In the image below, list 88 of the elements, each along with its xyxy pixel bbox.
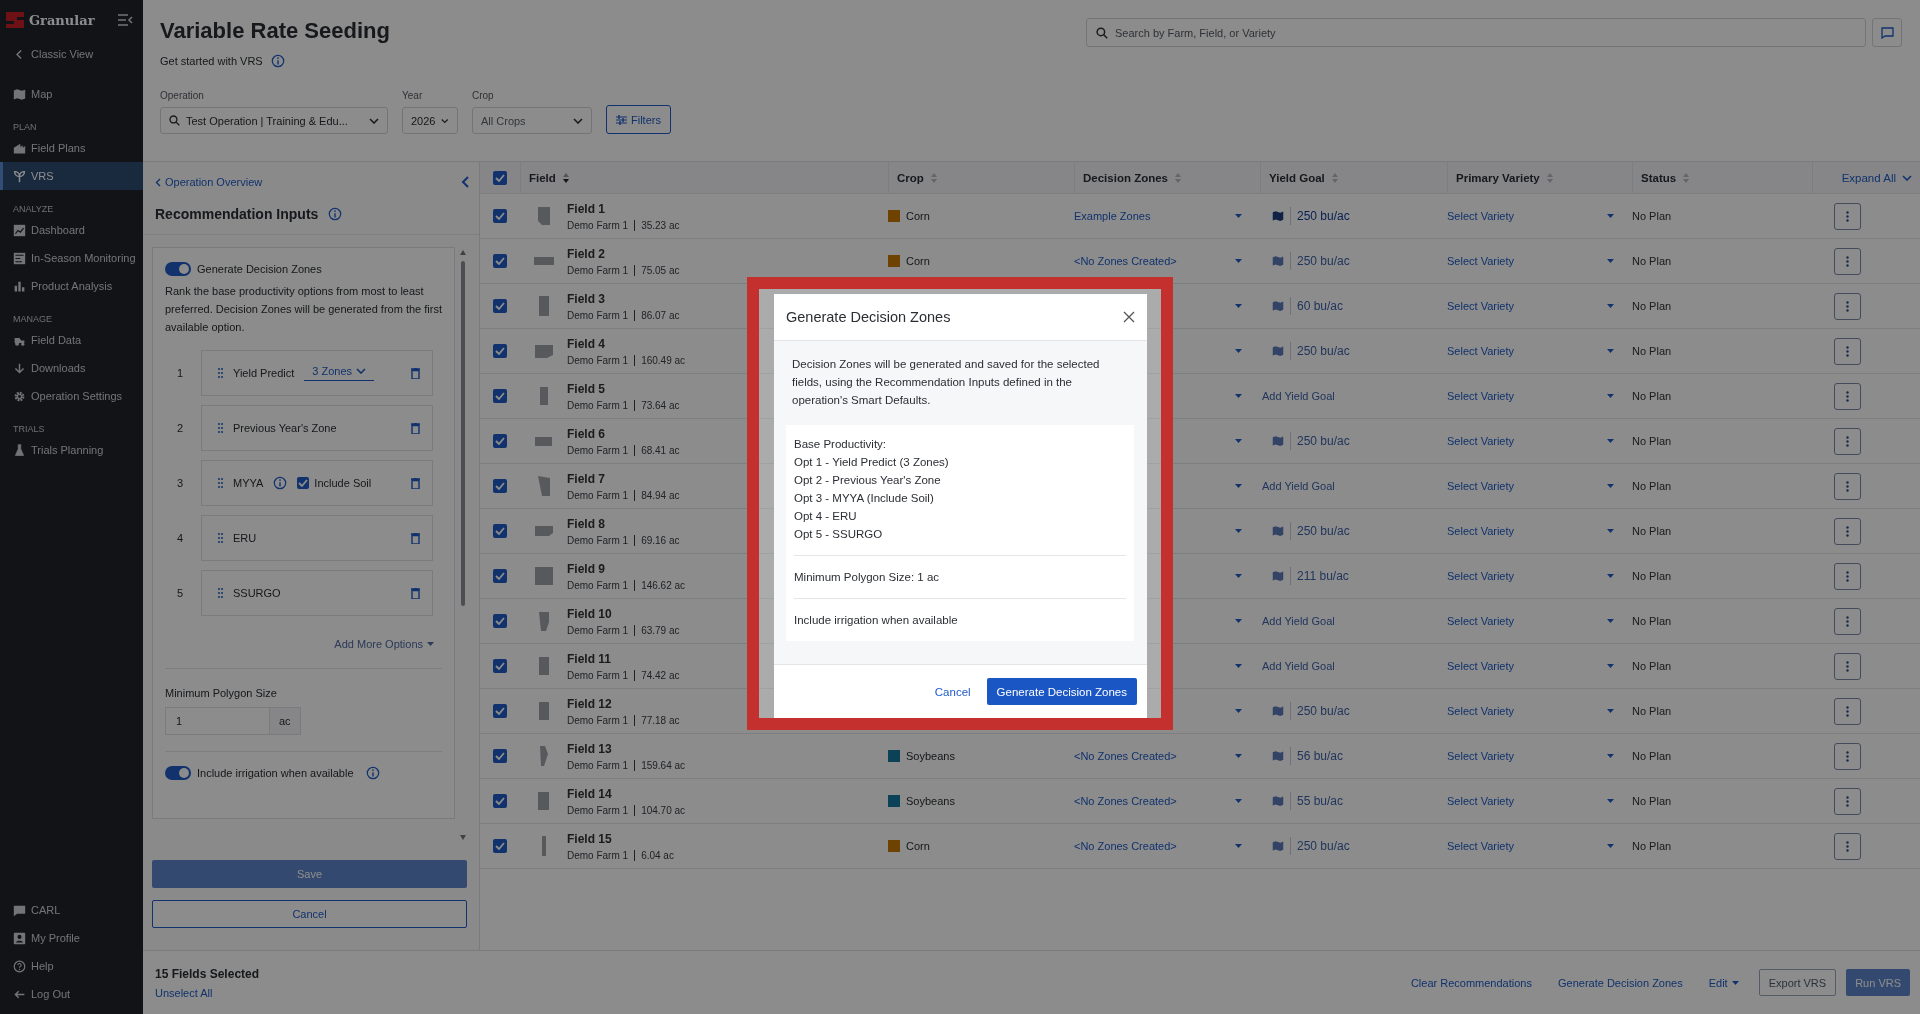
field-label: Operation	[160, 90, 205, 101]
option-name: Previous Year's Zone	[233, 422, 338, 434]
description: Rank the base productivity options from most to least preferred. Decision Zones will be generated from the first available option.	[165, 284, 442, 335]
field-area: 68.41 ac	[634, 444, 680, 456]
field-label: Minimum Polygon Size	[165, 687, 278, 699]
status-text: No Plan	[1632, 435, 1672, 447]
summary-line: Opt 4 - ERU	[794, 509, 858, 524]
status-text: No Plan	[1632, 525, 1672, 537]
option-name: Yield Predict	[233, 367, 295, 379]
checkbox-label: Include Soil	[314, 477, 372, 489]
crop-name: Corn	[906, 255, 930, 267]
farm-name: Demo Farm 1	[567, 849, 629, 861]
option-name: SSURGO	[233, 587, 282, 599]
status-text: No Plan	[1632, 390, 1672, 402]
status-text: No Plan	[1632, 750, 1672, 762]
field-area: 84.94 ac	[634, 489, 680, 501]
section-heading: TRIALS	[12, 423, 46, 436]
crop-name: Corn	[906, 210, 930, 222]
selection-count: 15 Fields Selected	[155, 966, 260, 981]
field-area: 6.04 ac	[634, 849, 674, 861]
field-area: 146.62 ac	[634, 579, 686, 591]
summary-line: Opt 1 - Yield Predict (3 Zones)	[794, 455, 950, 470]
summary-line: Include irrigation when available	[794, 613, 959, 628]
field-area: 104.70 ac	[634, 804, 686, 816]
field-area: 160.49 ac	[634, 354, 686, 366]
status-text: No Plan	[1632, 480, 1672, 492]
farm-name: Demo Farm 1	[567, 714, 629, 726]
farm-name: Demo Farm 1	[567, 399, 629, 411]
unit-label: ac	[269, 707, 301, 735]
farm-name: Demo Farm 1	[567, 354, 629, 366]
farm-name: Demo Farm 1	[567, 669, 629, 681]
field-area: 74.42 ac	[634, 669, 680, 681]
farm-name: Demo Farm 1	[567, 309, 629, 321]
farm-name: Demo Farm 1	[567, 444, 629, 456]
summary-heading: Base Productivity:	[794, 437, 888, 452]
farm-name: Demo Farm 1	[567, 489, 629, 501]
field-label: Year	[402, 90, 424, 101]
rank-number: 5	[175, 587, 185, 599]
crop-name: Corn	[906, 840, 930, 852]
rank-number: 2	[175, 422, 185, 434]
page-title: Variable Rate Seeding	[160, 18, 390, 44]
summary-line: Minimum Polygon Size: 1 ac	[794, 570, 941, 585]
status-text: No Plan	[1632, 660, 1672, 672]
status-text: No Plan	[1632, 210, 1672, 222]
subtitle: Get started with VRS	[160, 55, 263, 67]
summary-line: Opt 3 - MYYA (Include Soil)	[794, 491, 935, 506]
field-area: 77.18 ac	[634, 714, 680, 726]
field-area: 73.64 ac	[634, 399, 680, 411]
dialog-title: Generate Decision Zones	[786, 309, 951, 325]
crop-name: Soybeans	[906, 795, 955, 807]
brand-name: Granular	[29, 12, 95, 28]
option-name: MYYA	[233, 477, 264, 489]
status-text: No Plan	[1632, 705, 1672, 717]
status-text: No Plan	[1632, 300, 1672, 312]
field-area: 63.79 ac	[634, 624, 680, 636]
toggle-label: Generate Decision Zones	[197, 263, 322, 275]
dialog-message: Decision Zones will be generated and saved for the selected fields, using the Recommendation Inputs defined in the operation's Smart Defaults.	[792, 357, 1101, 408]
farm-name: Demo Farm 1	[567, 804, 629, 816]
field-area: 69.16 ac	[634, 534, 680, 546]
rank-number: 4	[175, 532, 185, 544]
field-area: 86.07 ac	[634, 309, 680, 321]
summary-line: Opt 2 - Previous Year's Zone	[794, 473, 942, 488]
field-area: 35.23 ac	[634, 219, 680, 231]
status-text: No Plan	[1632, 615, 1672, 627]
toggle-label: Include irrigation when available	[197, 767, 354, 779]
field-label: Crop	[472, 90, 495, 101]
farm-name: Demo Farm 1	[567, 624, 629, 636]
crop-name: Soybeans	[906, 750, 955, 762]
section-heading: MANAGE	[12, 313, 53, 326]
farm-name: Demo Farm 1	[567, 579, 629, 591]
rank-number: 1	[175, 367, 185, 379]
rank-number: 3	[175, 477, 185, 489]
farm-name: Demo Farm 1	[567, 264, 629, 276]
status-text: No Plan	[1632, 570, 1672, 582]
farm-name: Demo Farm 1	[567, 759, 629, 771]
status-text: No Plan	[1632, 255, 1672, 267]
status-text: No Plan	[1632, 795, 1672, 807]
status-text: No Plan	[1632, 345, 1672, 357]
option-name: ERU	[233, 532, 258, 544]
section-heading: ANALYZE	[12, 203, 55, 216]
status-text: No Plan	[1632, 840, 1672, 852]
section-heading: PLAN	[12, 121, 38, 134]
summary-line: Opt 5 - SSURGO	[794, 527, 884, 542]
farm-name: Demo Farm 1	[567, 219, 629, 231]
farm-name: Demo Farm 1	[567, 534, 629, 546]
field-area: 75.05 ac	[634, 264, 680, 276]
panel-heading: Recommendation Inputs	[155, 206, 319, 222]
field-area: 159.64 ac	[634, 759, 686, 771]
